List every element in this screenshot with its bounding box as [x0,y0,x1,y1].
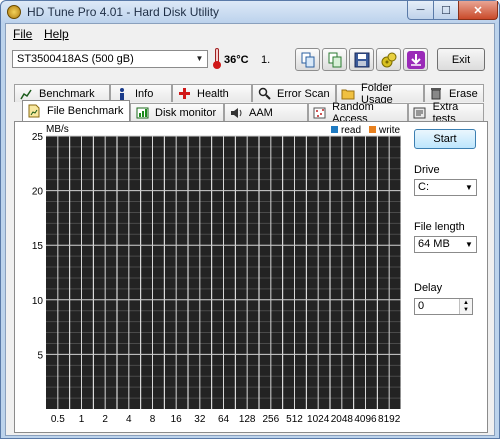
drive-label: Drive [414,164,440,176]
options-button[interactable] [376,48,401,71]
x-tick-label: 256 [262,414,279,425]
tab-file-benchmark[interactable]: File Benchmark [22,100,130,121]
menu-bar: File Help [6,24,494,44]
drive-dropdown-value: ST3500418AS (500 gB) [17,53,134,65]
delay-value: 0 [418,300,425,312]
legend-label-write: write [378,125,401,136]
drive-dropdown[interactable]: ST3500418AS (500 gB) ▼ [12,50,208,68]
save-icon [354,52,369,67]
delay-label: Delay [414,282,443,294]
tab-random-access[interactable]: Random Access [308,101,408,125]
folder-icon [341,87,355,101]
legend-label-read: read [341,125,361,136]
y-tick-label: 20 [32,187,44,198]
tab-folder-usage[interactable]: Folder Usage [336,82,424,106]
health-icon [177,87,191,101]
tab-aam[interactable]: AAM [224,103,308,121]
copy-info-button[interactable] [295,48,320,71]
close-button[interactable]: ✕ [458,1,498,20]
delay-spinner[interactable]: 0 ▲ ▼ [414,298,473,315]
file-length-dropdown[interactable]: 64 MB ▼ [414,236,477,253]
x-tick-label: 128 [239,414,256,425]
x-tick-label: 32 [194,414,206,425]
menu-file[interactable]: File [13,27,32,41]
x-tick-label: 64 [218,414,230,425]
file-benchmark-icon [27,104,41,118]
file-benchmark-panel: 5 10 15 20 25 MB/s 0.5 1 2 4 8 16 32 64 128 256 512 1024 2… [14,121,488,433]
y-tick-label: 5 [37,350,43,361]
y-axis-label: MB/s [46,124,69,135]
chevron-down-icon: ▼ [465,183,473,192]
legend-swatch-read [331,126,338,133]
title-bar[interactable]: HD Tune Pro 4.01 - Hard Disk Utility ─ ☐… [1,1,499,23]
save-button[interactable] [349,48,374,71]
y-tick-label: 25 [32,132,44,143]
chevron-down-icon: ▼ [195,54,204,63]
x-tick-label: 4096 [354,414,377,425]
y-tick-label: 10 [32,296,44,307]
window-title: HD Tune Pro 4.01 - Hard Disk Utility [27,5,220,19]
minimize-button[interactable]: ─ [407,1,434,20]
magnifier-icon [257,87,271,101]
tab-row-2: File Benchmark Disk monitor AAM Random A… [14,100,484,125]
x-tick-label: 4 [126,414,132,425]
app-window: HD Tune Pro 4.01 - Hard Disk Utility ─ ☐… [0,0,500,439]
download-button[interactable] [403,48,428,71]
extra-tests-icon [413,106,427,120]
tab-health[interactable]: Health [172,84,252,102]
x-tick-label: 512 [286,414,303,425]
spin-down-icon[interactable]: ▼ [459,306,472,314]
drive-letter-value: C: [418,181,429,193]
x-tick-label: 0.5 [51,414,65,425]
drive-number: 1. [261,54,271,66]
trash-icon [429,87,443,101]
y-tick-label: 15 [32,241,44,252]
speaker-icon [229,106,243,120]
copy-info-icon [301,52,314,67]
random-access-icon [313,106,326,120]
start-button[interactable]: Start [414,129,476,149]
benchmark-icon [19,87,33,101]
options-icon [381,52,396,67]
client-area: File Help ST3500418AS (500 gB) ▼ 36°C 1.… [5,23,495,436]
temperature-readout: 36°C [224,54,249,66]
info-icon [115,87,129,101]
copy-text-icon [328,52,341,67]
disk-monitor-icon [135,106,149,120]
legend-swatch-write [369,126,376,133]
copy-text-button[interactable] [322,48,347,71]
maximize-button[interactable]: ☐ [433,1,459,20]
tab-extra-tests[interactable]: Extra tests [408,101,484,125]
x-tick-label: 2 [102,414,108,425]
x-tick-label: 8192 [378,414,401,425]
menu-help[interactable]: Help [44,27,69,41]
tab-error-scan[interactable]: Error Scan [252,84,336,102]
hd-tune-logo-icon [7,5,21,19]
tab-erase[interactable]: Erase [424,84,484,102]
chevron-down-icon: ▼ [465,240,473,249]
exit-button[interactable]: Exit [437,48,485,71]
x-tick-label: 1 [79,414,85,425]
x-tick-label: 8 [150,414,156,425]
file-length-label: File length [414,221,465,233]
tab-disk-monitor[interactable]: Disk monitor [130,103,224,121]
drive-letter-dropdown[interactable]: C: ▼ [414,179,477,196]
benchmark-chart: 5 10 15 20 25MB/s 0.5 1 2 4 8 16 32 64 128 256 512 1024 2… [32,124,402,425]
file-length-value: 64 MB [418,238,450,250]
download-icon [406,50,425,69]
thermometer-icon [213,48,221,70]
x-tick-label: 1024 [307,414,330,425]
x-tick-label: 16 [171,414,183,425]
x-tick-label: 2048 [331,414,354,425]
